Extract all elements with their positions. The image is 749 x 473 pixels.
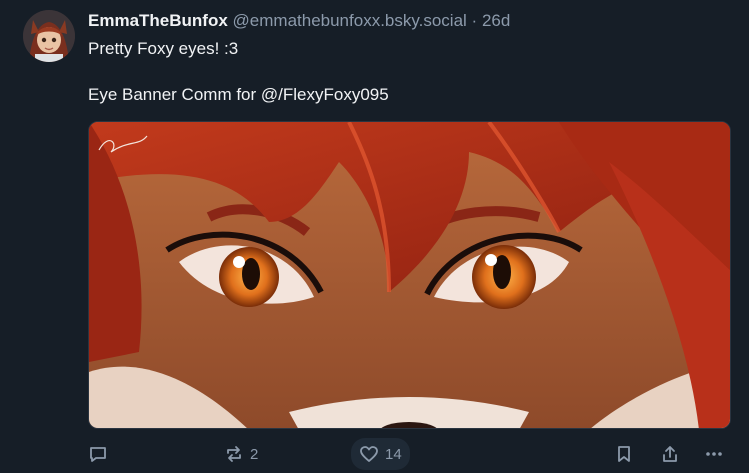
avatar[interactable] <box>23 10 75 62</box>
post-text-line-1: Pretty Foxy eyes! :3 <box>88 39 239 58</box>
post-actions: 2 14 <box>0 434 749 473</box>
more-icon <box>704 444 724 464</box>
post-header: EmmaTheBunfox @emmathebunfoxx.bsky.socia… <box>88 10 510 32</box>
share-icon <box>660 444 680 464</box>
post: EmmaTheBunfox @emmathebunfoxx.bsky.socia… <box>0 0 749 473</box>
bookmark-button[interactable] <box>614 440 634 468</box>
header-separator: · <box>471 11 478 30</box>
post-text-line-3: Eye Banner Comm for @/FlexyFoxy095 <box>88 85 389 104</box>
post-text: Pretty Foxy eyes! :3 Eye Banner Comm for… <box>88 37 728 106</box>
post-image[interactable] <box>88 121 731 429</box>
reply-button[interactable] <box>88 440 114 468</box>
reply-icon <box>88 444 108 464</box>
author-handle[interactable]: @emmathebunfoxx.bsky.social <box>233 11 467 30</box>
repost-count: 2 <box>250 445 259 463</box>
like-count: 14 <box>385 445 402 463</box>
repost-button[interactable]: 2 <box>224 440 258 468</box>
more-options-button[interactable] <box>704 440 724 468</box>
repost-icon <box>224 444 244 464</box>
like-button[interactable]: 14 <box>351 438 410 470</box>
share-button[interactable] <box>660 440 680 468</box>
post-text-line-2 <box>88 60 728 83</box>
author-display-name[interactable]: EmmaTheBunfox <box>88 11 228 30</box>
post-timestamp[interactable]: 26d <box>482 11 510 30</box>
heart-icon <box>359 444 379 464</box>
bookmark-icon <box>614 444 634 464</box>
